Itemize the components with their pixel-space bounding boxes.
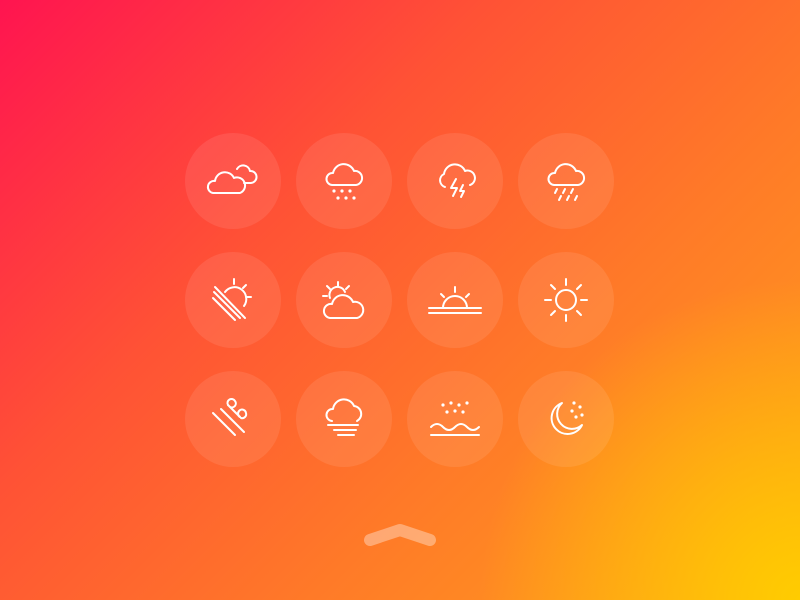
weather-tile-rain-over-water[interactable] (407, 371, 503, 467)
wind-icon (212, 398, 248, 436)
chevron-up-icon (364, 524, 436, 546)
heavy-rain-icon (547, 163, 586, 201)
weather-tile-sunset-haze[interactable] (185, 252, 281, 348)
weather-tile-heavy-rain[interactable] (518, 133, 614, 229)
weather-tile-sunrise[interactable] (407, 252, 503, 348)
weather-tile-partly-cloudy[interactable] (296, 252, 392, 348)
weather-tile-cloudy[interactable] (185, 133, 281, 229)
rain-over-water-icon (430, 401, 480, 436)
sunset-haze-icon (212, 278, 252, 321)
cloudy-icon (206, 164, 258, 194)
weather-tile-fog[interactable] (296, 371, 392, 467)
rain-icon (325, 163, 364, 200)
weather-tile-thunderstorm[interactable] (407, 133, 503, 229)
partly-cloudy-icon (322, 281, 365, 319)
sun-icon (544, 278, 588, 322)
weather-tile-clear-night[interactable] (518, 371, 614, 467)
fog-icon (325, 398, 363, 436)
sunrise-icon (428, 286, 482, 314)
weather-tile-sun[interactable] (518, 252, 614, 348)
weather-tile-rain[interactable] (296, 133, 392, 229)
clear-night-icon (550, 401, 584, 435)
weather-tile-wind[interactable] (185, 371, 281, 467)
thunderstorm-icon (439, 163, 476, 198)
weather-icon-grid (185, 133, 615, 467)
collapse-chevron[interactable] (362, 520, 438, 550)
